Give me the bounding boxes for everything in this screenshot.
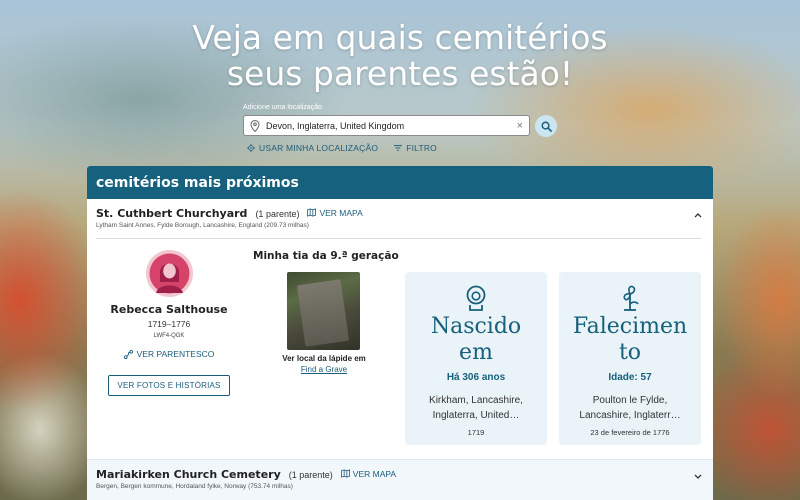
view-map-label: VER MAPA: [319, 207, 363, 218]
relative-count: (1 parente): [255, 209, 300, 219]
headstone-photo[interactable]: [287, 272, 360, 350]
birth-years-ago: Há 306 anos: [446, 372, 506, 383]
cemetery-address: Lytham Saint Annes, Fylde Borough, Lanca…: [96, 222, 309, 229]
person-id: LWF4-QGK: [153, 333, 185, 339]
hero-title: Veja em quais cemitérios seus parentes e…: [0, 20, 800, 92]
filter-label: FILTRO: [406, 143, 437, 153]
headstone: [296, 279, 350, 347]
birth-place-line1: Kirkham, Lancashire,: [429, 395, 523, 406]
relationship-title: Minha tia da 9.ª geração: [253, 250, 399, 262]
birth-card: Nascido em Há 306 anos Kirkham, Lancashir…: [405, 272, 547, 445]
avatar: [145, 250, 193, 297]
view-relationship-link[interactable]: VER PARENTESCO: [104, 349, 234, 359]
birth-place-line2: Inglaterra, United…: [432, 410, 520, 421]
search-button[interactable]: [535, 115, 557, 137]
clear-icon[interactable]: ×: [517, 120, 523, 132]
relative-count: (1 parente): [288, 470, 333, 480]
view-photos-stories-button[interactable]: VER FOTOS E HISTÓRIAS: [108, 375, 230, 396]
view-map-label: VER MAPA: [352, 468, 397, 479]
search-options: USAR MINHA LOCALIZAÇÃO FILTRO: [247, 143, 437, 153]
cemetery-item-collapsed[interactable]: Mariakirken Church Cemetery (1 parente) …: [87, 459, 713, 500]
use-my-location-label: USAR MINHA LOCALIZAÇÃO: [259, 143, 379, 153]
location-pin-icon: [250, 119, 260, 132]
find-a-grave-link[interactable]: Find a Grave: [259, 365, 389, 374]
chevron-up-icon[interactable]: [693, 210, 703, 220]
death-title-line2: to: [618, 340, 642, 365]
birth-date: 1719: [467, 428, 485, 437]
female-avatar-icon: [149, 253, 189, 294]
relationship-icon: [123, 349, 133, 359]
hero-title-line1: Veja em quais cemitérios: [192, 18, 608, 57]
death-age: Idade: 57: [608, 372, 652, 383]
death-place-line1: Poulton le Fylde,: [592, 395, 668, 406]
cemetery-item: St. Cuthbert Churchyard (1 parente) VER …: [87, 199, 713, 229]
location-search-input[interactable]: [266, 120, 517, 131]
death-date: 23 de fevereiro de 1776: [590, 428, 670, 437]
hero-title-line2: seus parentes estão!: [226, 54, 574, 93]
chevron-down-icon[interactable]: [693, 471, 703, 481]
view-map-link[interactable]: VER MAPA: [307, 207, 363, 218]
location-search-box[interactable]: ×: [243, 115, 530, 136]
panel-title: cemitérios mais próximos: [87, 166, 713, 199]
person-summary: Rebecca Salthouse 1719–1776 LWF4-QGK VER…: [104, 250, 234, 396]
cemetery-address: Bergen, Bergen kommune, Hordaland fylke,…: [96, 483, 293, 490]
birth-title-line1: Nascido: [430, 314, 522, 339]
map-icon: [340, 469, 350, 478]
view-relationship-label: VER PARENTESCO: [136, 349, 215, 359]
baby-icon: [466, 285, 486, 311]
filter-link[interactable]: FILTRO: [394, 143, 437, 153]
nearest-cemeteries-panel: cemitérios mais próximos St. Cuthbert Ch…: [87, 166, 713, 500]
cemetery-name: Mariakirken Church Cemetery: [96, 468, 281, 481]
person-lifespan: 1719–1776: [147, 319, 191, 329]
cemetery-item: Mariakirken Church Cemetery (1 parente) …: [87, 460, 713, 490]
divider: [96, 238, 701, 239]
grave-caption: Ver local da lápide em: [282, 354, 366, 363]
use-my-location-link[interactable]: USAR MINHA LOCALIZAÇÃO: [247, 143, 378, 153]
death-title-line1: Falecimen: [572, 314, 688, 339]
map-icon: [307, 208, 317, 217]
birth-title-line2: em: [459, 340, 493, 365]
crosshair-icon: [247, 144, 255, 152]
death-place-line2: Lancashire, Inglaterr…: [579, 410, 681, 421]
search-label: Adicione uma localização: [243, 104, 322, 111]
person-name[interactable]: Rebecca Salthouse: [104, 303, 234, 316]
cemetery-name: St. Cuthbert Churchyard: [96, 207, 248, 220]
search-icon: [541, 121, 552, 132]
death-card: Falecimen to Idade: 57 Poulton le Fylde, L…: [559, 272, 701, 445]
view-map-link[interactable]: VER MAPA: [340, 468, 397, 479]
flower-icon: [623, 285, 639, 311]
filter-icon: [394, 145, 403, 151]
